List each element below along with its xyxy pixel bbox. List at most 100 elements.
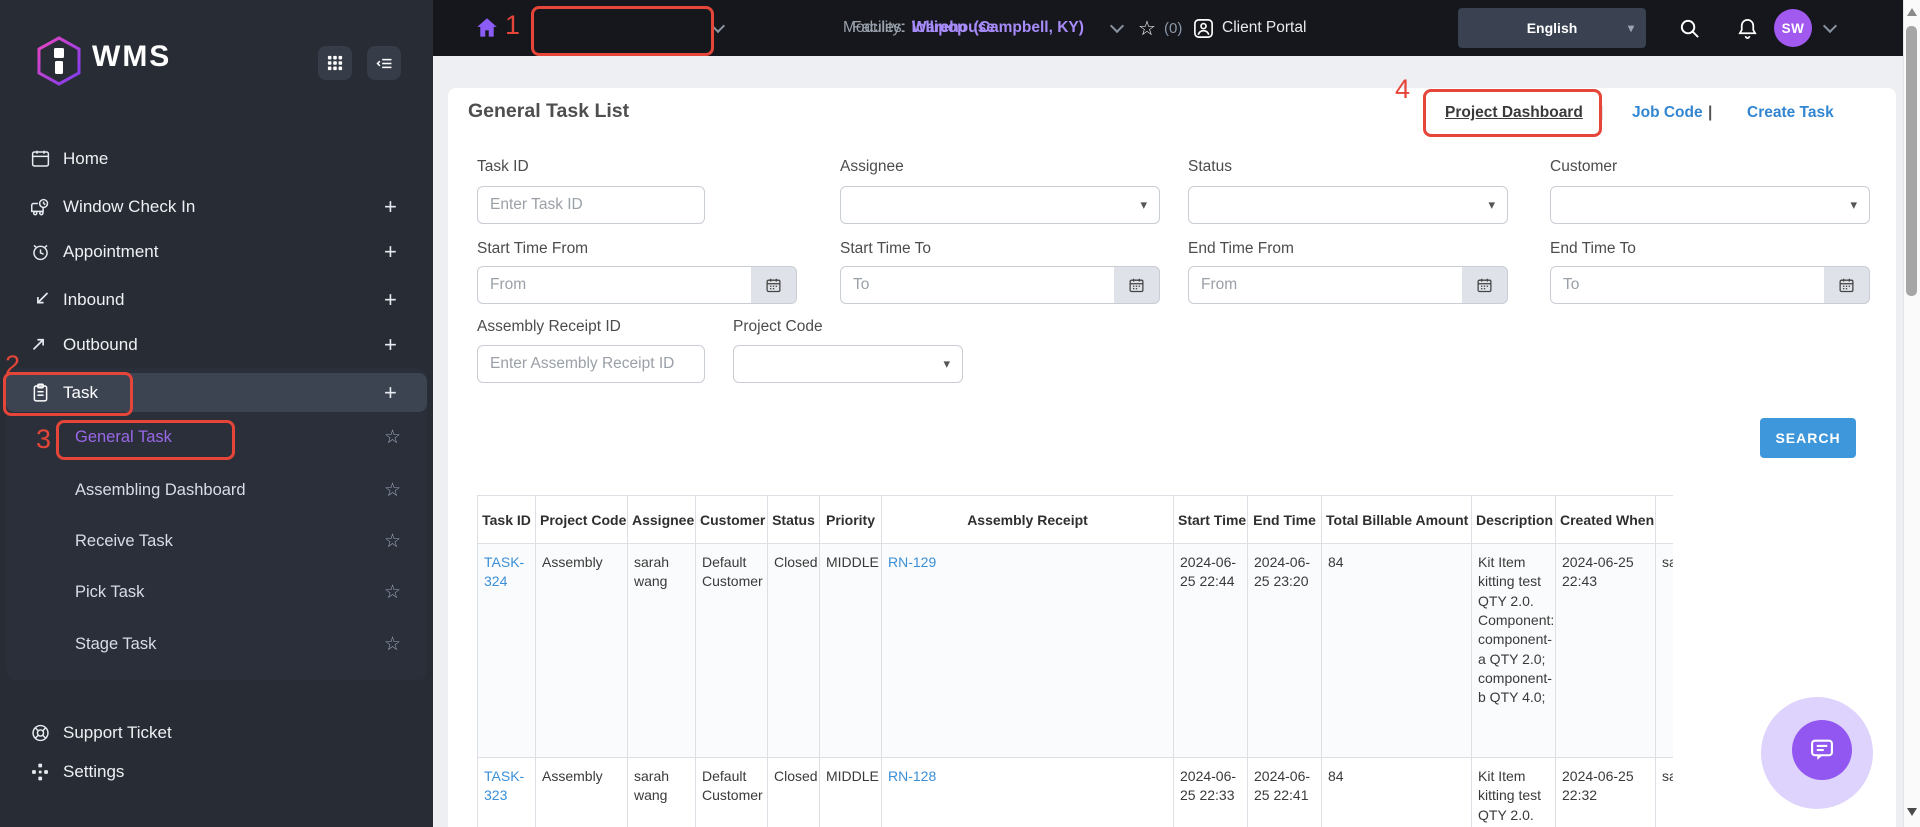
status-select[interactable]: ▾ [1188, 186, 1508, 224]
assembly-receipt-link[interactable]: RN-129 [888, 554, 936, 570]
col-header-created-when[interactable]: Created When [1555, 495, 1656, 544]
col-header-task-id[interactable]: Task ID [477, 495, 536, 544]
page-title: General Task List [468, 100, 630, 122]
search-icon[interactable] [1678, 0, 1701, 56]
scrollbar-up-arrow[interactable] [1907, 8, 1917, 16]
notifications-bell-icon[interactable] [1736, 0, 1759, 56]
language-selector[interactable]: English ▾ [1458, 8, 1646, 48]
col-header-end-time[interactable]: End Time [1247, 495, 1322, 544]
top-bar: Modules: Warehouse Facility: lollipop (C… [433, 0, 1920, 56]
col-header-description[interactable]: Description [1471, 495, 1556, 544]
assembly-receipt-id-label: Assembly Receipt ID [477, 318, 621, 335]
sidebar-item-home[interactable]: Home [0, 137, 433, 181]
sidebar-item-stage-task[interactable]: Stage Task ☆ [0, 624, 433, 664]
sidebar-item-pick-task[interactable]: Pick Task ☆ [0, 572, 433, 612]
sidebar-item-label: Window Check In [63, 197, 196, 216]
select-caret-icon: ▾ [1140, 197, 1147, 212]
search-button[interactable]: SEARCH [1760, 418, 1856, 458]
favorite-star-icon[interactable]: ☆ [384, 581, 401, 604]
sidebar-item-support-ticket[interactable]: Support Ticket [0, 713, 433, 753]
collapse-menu-icon[interactable] [367, 46, 401, 80]
start-time-to-field[interactable] [840, 266, 1160, 304]
cell-assignee: sarah wang [627, 757, 696, 827]
end-time-from-label: End Time From [1188, 240, 1294, 257]
create-task-link[interactable]: Create Task [1747, 104, 1834, 122]
favorite-star-icon[interactable]: ☆ [384, 633, 401, 656]
sidebar-item-appointment[interactable]: Appointment + [0, 230, 433, 274]
task-clipboard-icon [30, 383, 51, 404]
facility-location: (Campbell, KY) [973, 19, 1084, 36]
avatar[interactable]: SW [1774, 9, 1812, 47]
assembly-receipt-link[interactable]: RN-128 [888, 768, 936, 784]
end-time-to-field[interactable] [1550, 266, 1870, 304]
expand-plus[interactable]: + [384, 287, 397, 313]
facility-chevron-down-icon[interactable] [1109, 0, 1125, 56]
sidebar-item-inbound[interactable]: Inbound + [0, 278, 433, 322]
general-task-table: Task ID Project Code Assignee Customer S… [477, 495, 1673, 827]
col-header-customer[interactable]: Customer [695, 495, 768, 544]
modules-chevron-down-icon[interactable] [710, 0, 726, 56]
chat-button[interactable] [1792, 720, 1852, 780]
col-header-assignee[interactable]: Assignee [627, 495, 696, 544]
sidebar-item-settings[interactable]: Settings [0, 752, 433, 792]
col-header-start-time[interactable]: Start Time [1173, 495, 1248, 544]
sidebar-item-receive-task[interactable]: Receive Task ☆ [0, 521, 433, 561]
link-separator: | [1708, 104, 1713, 121]
project-dashboard-link[interactable]: Project Dashboard [1445, 104, 1583, 122]
project-code-select[interactable]: ▾ [733, 345, 963, 383]
cell-created-when: 2024-06-25 22:43 [1555, 543, 1656, 758]
task-id-input[interactable] [477, 186, 728, 224]
sidebar-item-window-check-in[interactable]: Window Check In + [0, 185, 433, 229]
expand-plus[interactable]: + [384, 239, 397, 265]
client-portal-link[interactable]: Client Portal [1222, 0, 1306, 56]
sidebar-item-label: Appointment [63, 242, 159, 261]
window-check-in-icon [30, 197, 51, 218]
cell-start-time: 2024-06- 25 22:33 [1173, 757, 1248, 827]
scrollbar-down-arrow[interactable] [1907, 808, 1917, 816]
start-time-from-label: Start Time From [477, 240, 589, 257]
sidebar-subitem-label: Assembling Dashboard [75, 480, 246, 499]
apps-grid-icon[interactable] [318, 46, 352, 80]
col-header-status[interactable]: Status [767, 495, 820, 544]
cell-end-time: 2024-06- 25 22:41 [1247, 757, 1322, 827]
end-time-from-field[interactable] [1188, 266, 1508, 304]
facility-selector[interactable]: Facility: lollipop (Campbell, KY) [852, 0, 1084, 56]
sidebar-item-assembling-dashboard[interactable]: Assembling Dashboard ☆ [0, 470, 433, 510]
task-id-link[interactable]: TASK- 324 [484, 554, 524, 589]
cell-status: Closed [767, 543, 820, 758]
cell-total-billable-amount: 84 [1321, 543, 1472, 758]
favorite-star-icon[interactable]: ☆ [384, 479, 401, 502]
favorite-star-icon[interactable]: ☆ [384, 426, 401, 449]
task-id-label: Task ID [477, 158, 529, 175]
client-portal-icon[interactable] [1192, 0, 1215, 56]
favorites-star-icon[interactable]: ☆ [1138, 0, 1156, 56]
sidebar-subitem-label: Pick Task [75, 582, 145, 601]
favorite-star-icon[interactable]: ☆ [384, 530, 401, 553]
assembly-receipt-id-input[interactable] [477, 345, 728, 383]
table-header-row: Task ID Project Code Assignee Customer S… [477, 495, 1673, 544]
assignee-select[interactable]: ▾ [840, 186, 1160, 224]
col-header-project-code[interactable]: Project Code [535, 495, 628, 544]
sidebar-item-general-task[interactable]: General Task ☆ [0, 417, 433, 457]
page-scrollbar-thumb[interactable] [1906, 26, 1917, 296]
col-header-assembly-receipt[interactable]: Assembly Receipt [881, 495, 1174, 544]
job-code-link[interactable]: Job Code [1632, 104, 1703, 122]
col-header-total-billable-amount[interactable]: Total Billable Amount [1321, 495, 1472, 544]
customer-select[interactable]: ▾ [1550, 186, 1870, 224]
task-id-link[interactable]: TASK- 323 [484, 768, 524, 803]
col-header-created-by[interactable]: Created By [1655, 495, 1673, 544]
sidebar-item-task[interactable]: Task + [0, 371, 433, 415]
start-time-from-field[interactable] [477, 266, 797, 304]
expand-plus[interactable]: + [384, 194, 397, 220]
expand-plus[interactable]: + [384, 380, 397, 406]
user-menu-chevron-down-icon[interactable] [1822, 0, 1838, 56]
col-header-priority[interactable]: Priority [819, 495, 882, 544]
select-caret-icon: ▾ [943, 356, 950, 371]
sidebar-item-label: Support Ticket [63, 723, 172, 742]
cell-priority: MIDDLE [819, 757, 882, 827]
sidebar-item-outbound[interactable]: Outbound + [0, 323, 433, 367]
cell-total-billable-amount: 84 [1321, 757, 1472, 827]
expand-plus[interactable]: + [384, 332, 397, 358]
home-icon[interactable] [474, 0, 500, 56]
end-time-to-label: End Time To [1550, 240, 1636, 257]
